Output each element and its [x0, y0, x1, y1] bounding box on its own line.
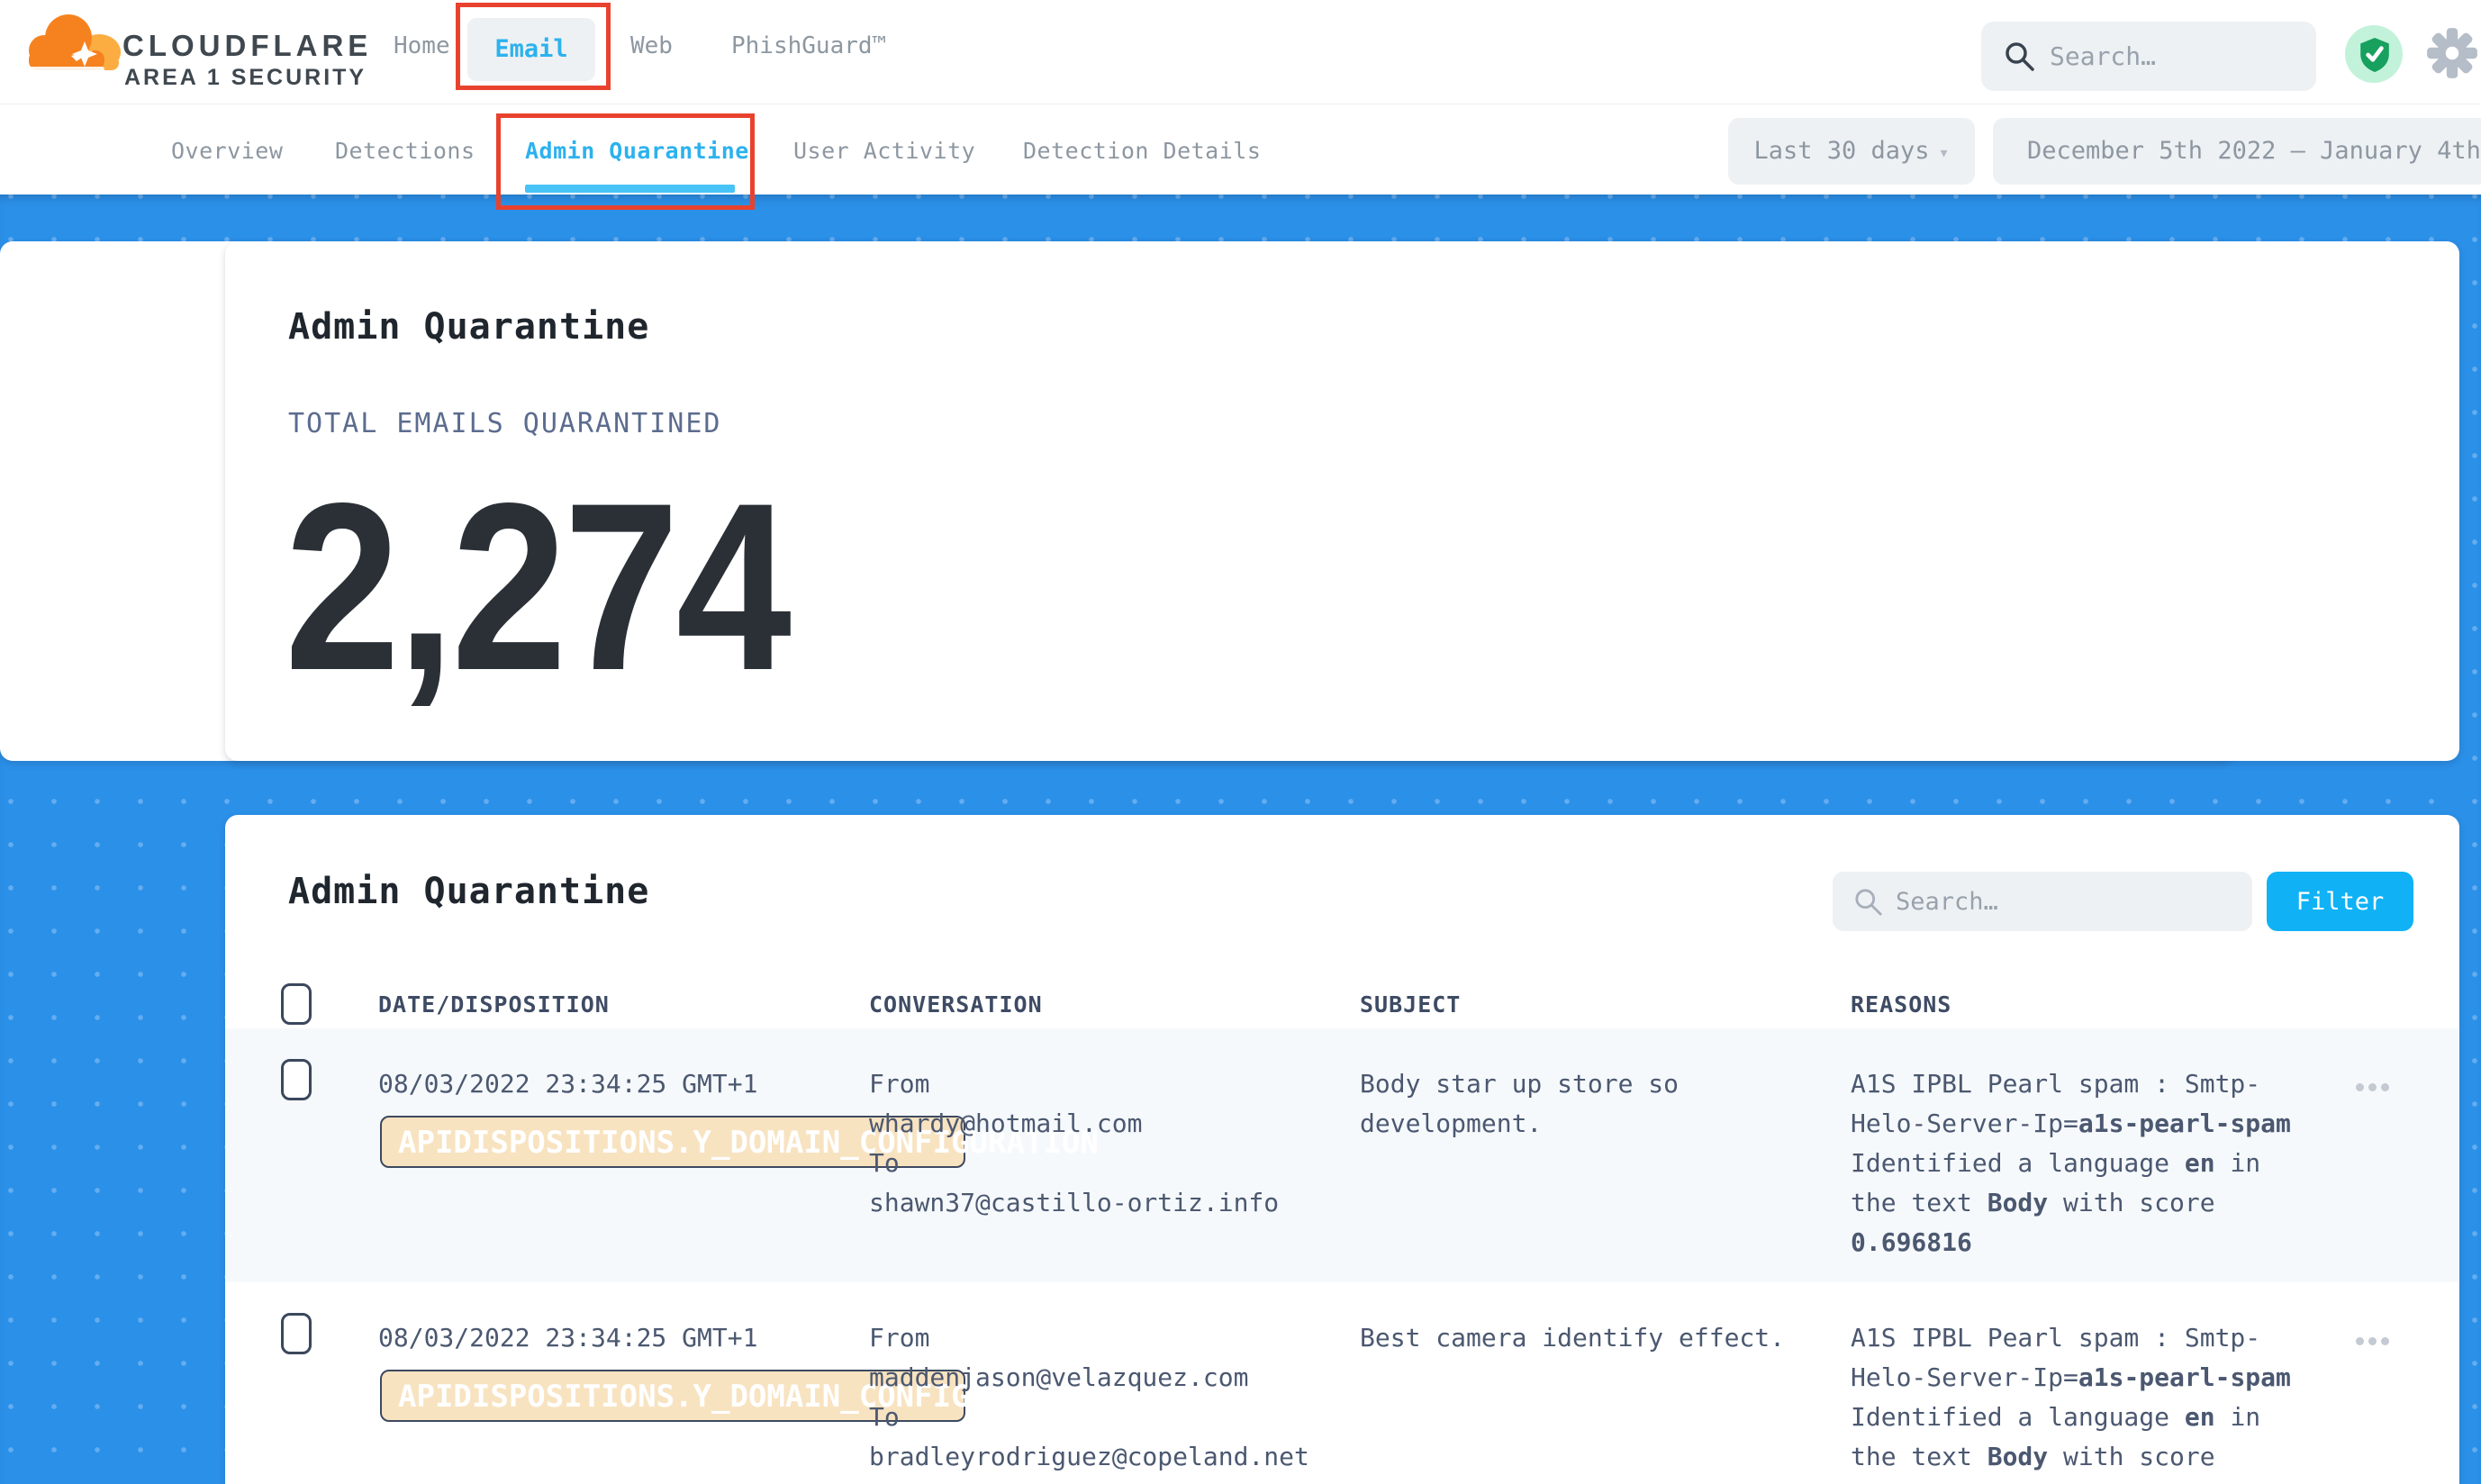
column-header-subject: SUBJECT — [1360, 991, 1461, 1018]
to-address: bradleyrodriguez@copeland.net — [869, 1437, 1309, 1477]
table-card-title: Admin Quarantine — [288, 871, 649, 912]
tab-overview[interactable]: Overview — [171, 138, 283, 164]
to-label: To — [869, 1398, 1309, 1437]
row-checkbox[interactable] — [281, 1313, 312, 1354]
tab-detections[interactable]: Detections — [335, 138, 475, 164]
column-header-reasons: REASONS — [1851, 991, 1951, 1018]
from-address: maddenjason@velazquez.com — [869, 1358, 1309, 1398]
reason-text-bold: 0.696816 — [1851, 1227, 1972, 1257]
reason-text: with score — [2048, 1188, 2214, 1217]
time-range-label: Last 30 days — [1753, 137, 1929, 165]
reason-text-bold: Body — [1988, 1188, 2048, 1217]
chevron-down-icon: ▾ — [1939, 141, 1950, 163]
nav-item-phishguard[interactable]: PhishGuard™ — [731, 32, 886, 59]
reason-text: with score — [2048, 1442, 2214, 1471]
metric-value: 2,274 — [285, 468, 789, 707]
brand-subtitle: AREA 1 SECURITY — [124, 65, 367, 91]
top-header: CLOUDFLARE AREA 1 SECURITY Home Email We… — [0, 0, 2481, 104]
to-address: shawn37@castillo-ortiz.info — [869, 1183, 1279, 1223]
search-icon — [1854, 888, 1883, 917]
nav-item-email-label: Email — [467, 18, 595, 81]
reason-text: Identified a language — [1851, 1402, 2185, 1432]
nav-item-web[interactable]: Web — [630, 32, 673, 59]
reason-text-bold: a1s-pearl-spam — [2078, 1362, 2291, 1392]
shield-check-icon — [2359, 37, 2391, 73]
from-label: From — [869, 1318, 1309, 1358]
date-range-display[interactable]: December 5th 2022 — January 4th 2023 — [1993, 118, 2481, 185]
active-tab-indicator — [525, 185, 735, 193]
reason-text-bold: a1s-pearl-spam — [2078, 1108, 2291, 1138]
reason-text-bold: Body — [1988, 1442, 2048, 1471]
tab-admin-quarantine[interactable]: Admin Quarantine — [525, 138, 749, 164]
row-checkbox[interactable] — [281, 1059, 312, 1100]
time-range-selector[interactable]: Last 30 days ▾ — [1728, 118, 1975, 185]
search-icon — [2005, 41, 2035, 72]
cloudflare-logo-icon — [22, 9, 121, 79]
row-subject: Body star up store so development. — [1360, 1064, 1810, 1144]
column-header-conversation: CONVERSATION — [869, 991, 1043, 1018]
metric-label: TOTAL EMAILS QUARANTINED — [288, 408, 721, 439]
filter-button[interactable]: Filter — [2267, 872, 2413, 931]
gear-icon[interactable] — [2424, 25, 2480, 81]
table-search-input[interactable] — [1896, 883, 2220, 919]
row-conversation: From whardy@hotmail.com To shawn37@casti… — [869, 1064, 1279, 1223]
brand-name: CLOUDFLARE — [122, 29, 372, 63]
reason-text: Identified a language — [1851, 1148, 2185, 1178]
from-label: From — [869, 1064, 1279, 1104]
row-reasons: A1S IPBL Pearl spam : Smtp-Helo-Server-I… — [1851, 1064, 2312, 1262]
tab-detection-details[interactable]: Detection Details — [1023, 138, 1261, 164]
nav-item-email[interactable]: Email — [467, 18, 595, 81]
summary-card-title: Admin Quarantine — [288, 306, 649, 348]
global-search-input[interactable] — [2050, 38, 2293, 74]
reason-text-bold: en — [2185, 1148, 2215, 1178]
column-header-date: DATE/DISPOSITION — [378, 991, 610, 1018]
from-address: whardy@hotmail.com — [869, 1104, 1279, 1144]
summary-card: Admin Quarantine TOTAL EMAILS QUARANTINE… — [225, 241, 2459, 761]
select-all-checkbox[interactable] — [281, 983, 312, 1025]
row-reasons: A1S IPBL Pearl spam : Smtp-Helo-Server-I… — [1851, 1318, 2312, 1484]
row-subject: Best camera identify effect. — [1360, 1318, 1810, 1358]
quarantine-table-card: Admin Quarantine Filter DATE/DISPOSITION… — [225, 815, 2459, 1484]
protection-status-badge[interactable] — [2345, 25, 2403, 83]
tab-user-activity[interactable]: User Activity — [793, 138, 975, 164]
global-search — [1981, 22, 2316, 91]
row-date: 08/03/2022 23:34:25 GMT+1 — [378, 1064, 757, 1104]
row-conversation: From maddenjason@velazquez.com To bradle… — [869, 1318, 1309, 1477]
to-label: To — [869, 1144, 1279, 1183]
table-search — [1833, 872, 2252, 931]
reason-text-bold: en — [2185, 1402, 2215, 1432]
row-actions-menu[interactable] — [2356, 1332, 2406, 1350]
email-subnav: Overview Detections Admin Quarantine Use… — [0, 105, 2481, 195]
row-actions-menu[interactable] — [2356, 1078, 2406, 1096]
row-date: 08/03/2022 23:34:25 GMT+1 — [378, 1318, 757, 1358]
nav-item-home[interactable]: Home — [394, 32, 450, 59]
